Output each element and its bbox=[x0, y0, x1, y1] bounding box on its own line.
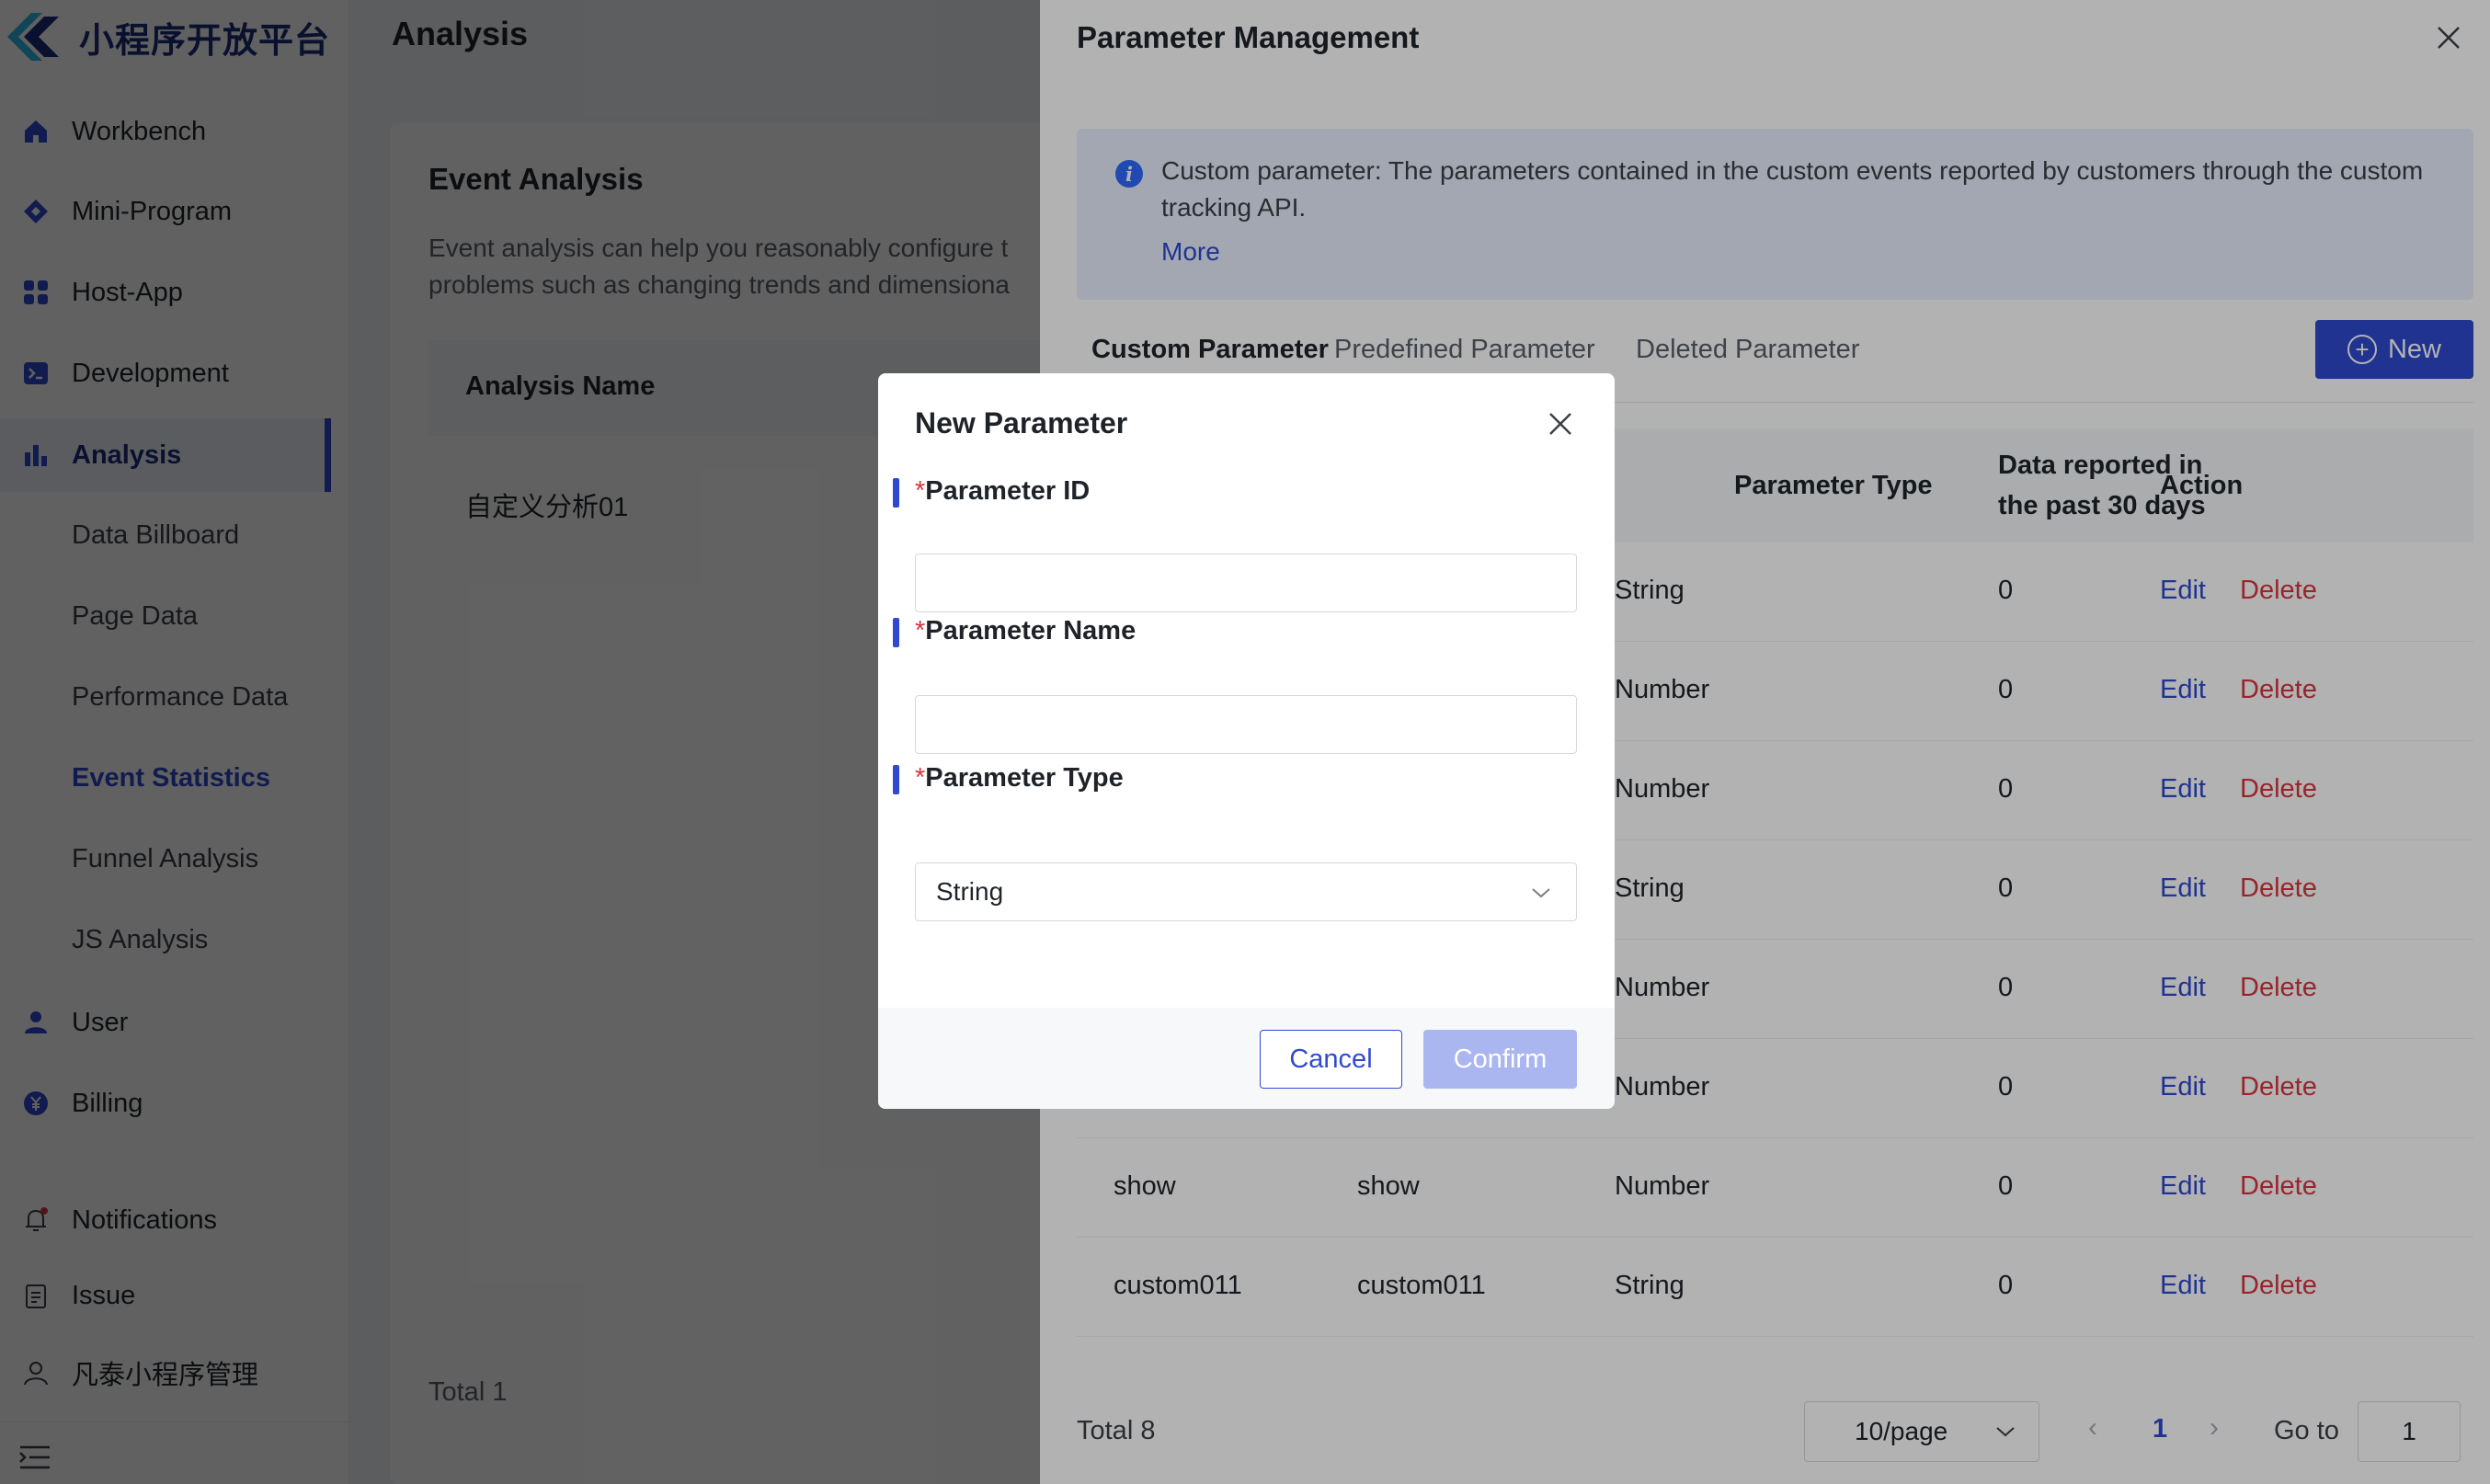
parameter-type-label: *Parameter Type bbox=[915, 763, 1124, 793]
label-text: Parameter Name bbox=[925, 616, 1136, 645]
label-text: Parameter Type bbox=[925, 763, 1124, 793]
field-indicator bbox=[893, 478, 899, 508]
parameter-id-input[interactable] bbox=[915, 554, 1577, 612]
field-indicator bbox=[893, 618, 899, 647]
parameter-type-select[interactable]: String bbox=[915, 862, 1577, 921]
parameter-type-value: String bbox=[936, 877, 1004, 906]
parameter-name-label: *Parameter Name bbox=[915, 616, 1136, 646]
modal-footer: Cancel Confirm bbox=[878, 1008, 1615, 1109]
field-indicator bbox=[893, 765, 899, 794]
new-parameter-modal: New Parameter *Parameter ID *Parameter N… bbox=[878, 373, 1615, 1109]
required-mark: * bbox=[915, 763, 926, 793]
confirm-button[interactable]: Confirm bbox=[1423, 1030, 1577, 1089]
cancel-button[interactable]: Cancel bbox=[1260, 1030, 1402, 1089]
modal-title: New Parameter bbox=[915, 406, 1128, 439]
required-mark: * bbox=[915, 476, 926, 506]
close-icon[interactable] bbox=[1547, 410, 1574, 438]
parameter-name-input[interactable] bbox=[915, 695, 1577, 754]
label-text: Parameter ID bbox=[925, 476, 1091, 506]
chevron-down-icon bbox=[1532, 888, 1550, 898]
parameter-id-label: *Parameter ID bbox=[915, 476, 1090, 507]
required-mark: * bbox=[915, 616, 926, 645]
